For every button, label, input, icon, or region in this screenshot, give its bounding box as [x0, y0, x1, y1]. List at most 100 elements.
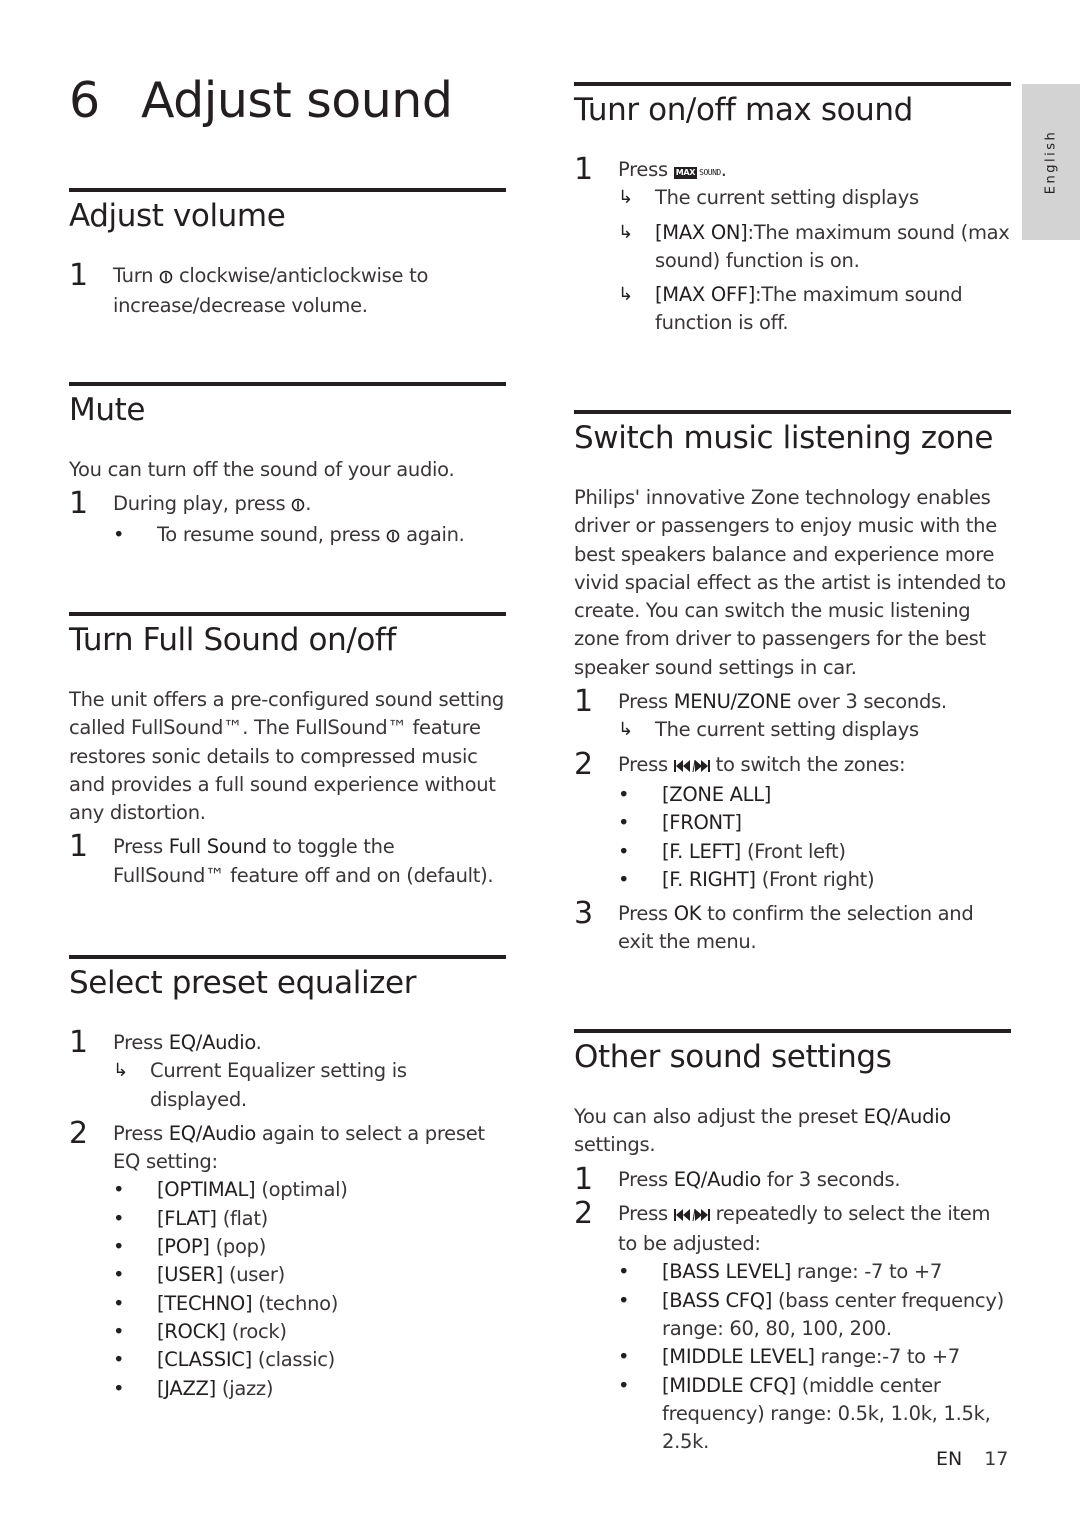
preset-item: • [USER] (user)	[113, 1261, 506, 1289]
item-code: [BASS LEVEL]	[662, 1260, 791, 1284]
item-desc: range:-7 to +7	[814, 1345, 961, 1369]
preset-item: • [POP] (pop)	[113, 1233, 506, 1261]
section-rule	[574, 1029, 1011, 1033]
bullet-dot: •	[618, 1288, 630, 1312]
bullet-dot: •	[618, 839, 630, 863]
item-desc: range: -7 to +7	[791, 1260, 943, 1284]
result-arrow-icon: ↳	[618, 719, 633, 741]
volume-knob-icon	[386, 523, 400, 551]
max-sound-icon: MAX SOUND	[673, 167, 721, 179]
section-rule	[69, 612, 506, 616]
step: 1 Press MENU/ZONE over 3 seconds. ↳ The …	[574, 685, 1011, 745]
result-item: ↳ The current setting displays	[618, 716, 1011, 744]
section-max-sound: Tunr on/off max sound 1 Press MAX SOUND. …	[574, 82, 1011, 338]
button-label-menu-zone: MENU/ZONE	[673, 690, 792, 714]
section-mute: Mute You can turn off the sound of your …	[69, 382, 506, 551]
language-label: English	[1043, 129, 1059, 195]
page-footer: EN 17	[936, 1448, 1008, 1470]
section-title: Select preset equalizer	[69, 965, 417, 1001]
bullet-dot: •	[113, 1319, 125, 1343]
adjustable-item: • [BASS CFQ] (bass center frequency) rang…	[618, 1287, 1011, 1344]
bullet-dot: •	[113, 1348, 125, 1372]
button-label-eq-audio: EQ/Audio	[863, 1105, 952, 1128]
button-label-eq-audio: EQ/Audio	[168, 1031, 256, 1054]
step: 2 Press to switch the zones: • [ZONE ALL]…	[574, 747, 1011, 894]
zone-list: • [ZONE ALL] • [FRONT] • [F. LEFT] (Front left…	[618, 781, 1011, 894]
item-code: [ZONE ALL]	[662, 782, 772, 806]
preset-list: • [OPTIMAL] (optimal) • [FLAT] (flat) • [POP] (p…	[113, 1176, 506, 1402]
button-label-eq-audio: EQ/Audio	[168, 1121, 257, 1145]
result-list: ↳ The current setting displays ↳ [MAX ON]:T…	[618, 184, 1011, 337]
section-rule	[574, 410, 1011, 414]
intro-text: The unit offers a pre-configured sound s…	[69, 688, 505, 825]
preset-item: • [TECHNO] (techno)	[113, 1290, 506, 1318]
zone-item: • [F. RIGHT] (Front right)	[618, 866, 1011, 894]
item-code: [POP]	[157, 1235, 210, 1259]
result-text: The current setting displays	[655, 186, 919, 210]
result-arrow-icon: ↳	[618, 221, 633, 243]
step-number: 1	[69, 1025, 88, 1060]
step-number: 1	[574, 152, 593, 187]
item-desc: (Front right)	[761, 867, 875, 891]
item-code: [USER]	[157, 1263, 223, 1287]
item-code: [FRONT]	[662, 811, 742, 835]
step: 1 Turn clockwise/anticlockwise to increa…	[69, 258, 429, 318]
item-desc: (Front left)	[746, 839, 846, 863]
adjustable-item-list: • [BASS LEVEL] range: -7 to +7 • [BASS CFQ]…	[618, 1258, 1011, 1456]
step-number: 3	[574, 896, 593, 932]
item-code: [BASS CFQ]	[662, 1288, 773, 1312]
bullet-dot: •	[618, 811, 630, 835]
section-rule	[69, 382, 506, 386]
button-label-full-sound: Full Sound	[168, 835, 267, 859]
preset-item: • [FLAT] (flat)	[113, 1205, 506, 1233]
step-number: 1	[69, 829, 88, 865]
chapter-number: 6	[69, 72, 100, 129]
step-number: 1	[574, 1161, 593, 1197]
step-number: 1	[69, 258, 88, 293]
item-code: [CLASSIC]	[157, 1348, 252, 1372]
bullet-dot: •	[113, 1376, 125, 1400]
bullet-dot: •	[113, 1291, 125, 1315]
button-label-eq-audio: EQ/Audio	[673, 1167, 762, 1191]
item-code: [MIDDLE CFQ]	[662, 1373, 796, 1397]
step: 2 Press repeatedly to select the item to…	[574, 1196, 1011, 1457]
item-desc: (user)	[228, 1263, 285, 1287]
item-code: [ROCK]	[157, 1319, 226, 1343]
bullet-dot: •	[618, 1373, 630, 1397]
result-item: ↳ [MAX OFF]:The maximum sound function is…	[618, 281, 1011, 338]
item-desc: (classic)	[257, 1348, 335, 1372]
button-label-ok: OK	[673, 902, 702, 926]
item-desc: (rock)	[231, 1319, 287, 1343]
result-code: [MAX OFF]	[655, 283, 756, 307]
bullet-dot: •	[618, 867, 630, 891]
step: 1 Press MAX SOUND. ↳ The current setting d…	[574, 152, 1011, 338]
section-rule	[574, 82, 1011, 86]
result-arrow-icon: ↳	[618, 187, 633, 209]
step-number: 2	[69, 1115, 88, 1151]
result-code: [MAX ON]	[655, 220, 748, 244]
volume-knob-icon	[291, 492, 305, 520]
step-number: 1	[69, 486, 88, 522]
bullet-dot: •	[113, 1235, 125, 1259]
step: 1 Press EQ/Audio. ↳ Current Equalizer se…	[69, 1025, 506, 1114]
result-arrow-icon: ↳	[113, 1060, 128, 1082]
adjustable-item: • [BASS LEVEL] range: -7 to +7	[618, 1258, 1011, 1286]
bullet-dot: •	[113, 1263, 125, 1287]
bullet-dot: •	[618, 782, 630, 806]
section-title: Switch music listening zone	[574, 420, 994, 456]
section-title: Adjust volume	[69, 198, 286, 234]
section-full-sound: Turn Full Sound on/off The unit offers a…	[69, 612, 506, 890]
zone-item: • [ZONE ALL]	[618, 781, 1011, 809]
section-rule	[69, 188, 506, 192]
zone-item: • [F. LEFT] (Front left)	[618, 838, 1011, 866]
bullet-dot: •	[618, 1260, 630, 1284]
item-code: [OPTIMAL]	[157, 1178, 256, 1202]
result-arrow-icon: ↳	[618, 284, 633, 306]
result-item: ↳ [MAX ON]:The maximum sound (max sound) …	[618, 219, 1011, 276]
item-desc: (jazz)	[221, 1376, 274, 1400]
intro-text: Philips' innovative Zone technology enab…	[574, 486, 1006, 679]
step: 1 Press Full Sound to toggle the FullSou…	[69, 829, 494, 887]
language-tab: English	[1022, 84, 1080, 240]
adjustable-item: • [MIDDLE LEVEL] range:-7 to +7	[618, 1343, 1011, 1371]
prev-next-icon	[673, 1202, 710, 1230]
